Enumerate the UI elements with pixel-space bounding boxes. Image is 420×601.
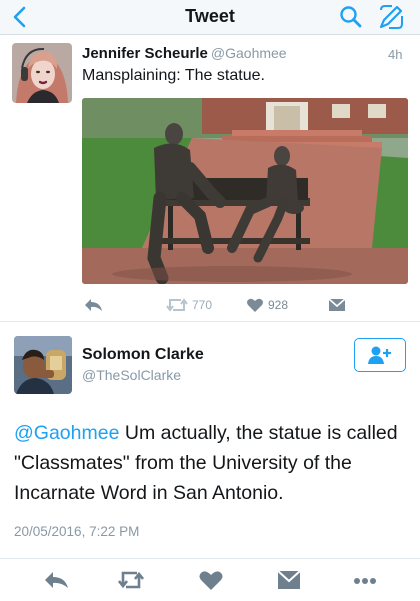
tweet-actions: 770 928 xyxy=(82,295,408,315)
retweet-icon[interactable] xyxy=(118,569,144,591)
statue-photo xyxy=(82,98,408,284)
author-line: Jennifer Scheurle @Gaohmee xyxy=(82,45,287,62)
author-name[interactable]: Solomon Clarke xyxy=(82,346,204,364)
like-icon[interactable] xyxy=(198,569,224,591)
compose-icon[interactable] xyxy=(376,2,406,32)
search-icon[interactable] xyxy=(338,4,364,30)
retweet-icon[interactable] xyxy=(166,297,188,313)
reply-icon[interactable] xyxy=(44,569,70,591)
tweet-time: 4h xyxy=(388,47,403,62)
author-name[interactable]: Jennifer Scheurle xyxy=(82,45,208,62)
reply-icon[interactable] xyxy=(84,297,104,313)
like-icon[interactable] xyxy=(246,297,264,313)
original-tweet[interactable]: Jennifer Scheurle @Gaohmee 4h Mansplainin… xyxy=(0,35,420,322)
message-action[interactable] xyxy=(328,295,346,315)
tweet-actions xyxy=(0,558,420,601)
tweet-timestamp: 20/05/2016, 7:22 PM xyxy=(14,524,140,539)
reply-tweet[interactable]: Solomon Clarke @TheSolClarke @Gaohmee Um… xyxy=(0,322,420,600)
follow-button[interactable] xyxy=(354,338,406,372)
like-count: 928 xyxy=(268,298,289,312)
author-handle[interactable]: @Gaohmee xyxy=(211,45,287,61)
like-action[interactable]: 928 xyxy=(246,295,288,315)
retweet-action[interactable]: 770 xyxy=(166,295,212,315)
follow-icon xyxy=(368,346,391,364)
reply-action[interactable] xyxy=(84,295,104,315)
mention-link[interactable]: @Gaohmee xyxy=(14,422,119,444)
message-icon[interactable] xyxy=(276,569,302,591)
avatar[interactable] xyxy=(14,336,72,394)
more-icon[interactable] xyxy=(352,569,378,591)
avatar-image xyxy=(12,43,72,103)
tweet-photo[interactable] xyxy=(82,98,408,284)
avatar[interactable] xyxy=(12,43,72,103)
retweet-count: 770 xyxy=(192,298,213,312)
navigation-bar: Tweet xyxy=(0,0,420,35)
message-icon[interactable] xyxy=(328,298,346,312)
author-handle[interactable]: @TheSolClarke xyxy=(82,367,181,383)
avatar-image xyxy=(14,336,72,394)
tweet-text: @Gaohmee Um actually, the statue is call… xyxy=(14,418,410,508)
tweet-text: Mansplaining: The statue. xyxy=(82,67,265,84)
